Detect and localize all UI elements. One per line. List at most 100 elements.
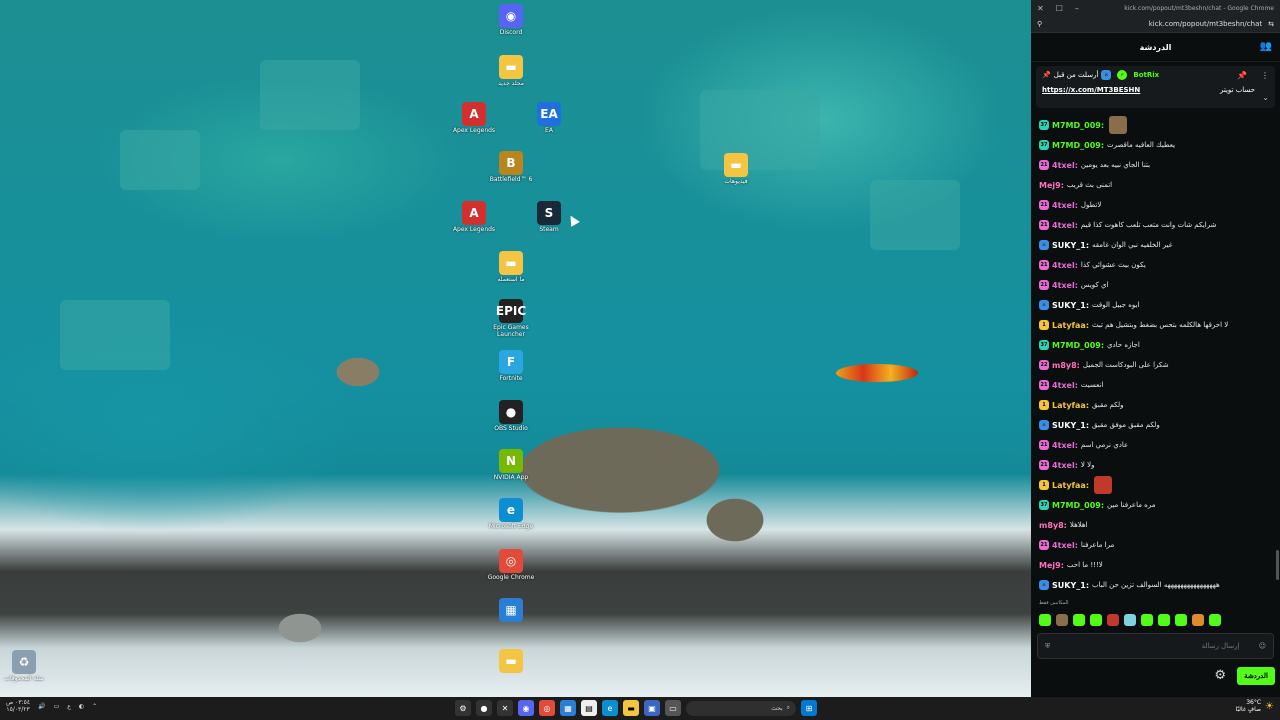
unpin-icon[interactable]: 📌 [1237, 71, 1247, 80]
url-text[interactable]: kick.com/popout/mt3beshn/chat [1149, 20, 1262, 28]
emote-icon[interactable] [1192, 614, 1204, 626]
emote-icon[interactable] [1056, 614, 1068, 626]
emote-icon[interactable] [1107, 614, 1119, 626]
minimize-icon[interactable]: – [1075, 4, 1079, 13]
obs-app-icon[interactable]: ● [476, 700, 492, 716]
address-bar[interactable]: ⚲ kick.com/popout/mt3beshn/chat ⇆ [1031, 16, 1280, 33]
chat-username[interactable]: 4txel: [1052, 261, 1078, 270]
pinned-message[interactable]: 📌 أرسلت من قبل ⚔ ✓ BotRix 📌 ⋮ https://x.… [1036, 66, 1275, 108]
maximize-icon[interactable]: ☐ [1056, 4, 1063, 13]
emote-icon[interactable] [1090, 614, 1102, 626]
clock[interactable]: ٠٣:٥٤ ص ١٥/٠٣/٢٣ [6, 699, 30, 713]
desktop-icon[interactable]: ▬ ما استعمله [481, 251, 541, 283]
discord-app-icon[interactable]: ◉ [518, 700, 534, 716]
chat-username[interactable]: Latyfaa: [1052, 321, 1089, 330]
desktop-icon[interactable]: ▬ فيديوهات [706, 153, 766, 185]
shield-icon[interactable]: ⛨ [1045, 642, 1050, 651]
chat-username[interactable]: M7MD_009: [1052, 141, 1104, 150]
chat-message[interactable]: Mej9: لا!!! ما احب [1031, 555, 1280, 575]
chat-username[interactable]: SUKY_1: [1052, 421, 1089, 430]
desktop-icon[interactable]: ◎ Google Chrome [481, 549, 541, 581]
chat-message[interactable]: 1 Latyfaa: لا احرقها هالكلمه بتحس بضغط وبت… [1031, 315, 1280, 335]
chat-username[interactable]: M7MD_009: [1052, 501, 1104, 510]
chat-message[interactable]: ⚔ SUKY_1: ايوه جبيل الوقت [1031, 295, 1280, 315]
chat-message[interactable]: ⚔ SUKY_1: غير الخلفيه نبي الوان غامقه [1031, 235, 1280, 255]
language-indicator[interactable]: ع [67, 703, 71, 710]
chat-username[interactable]: Mej9: [1039, 561, 1064, 570]
chat-username[interactable]: SUKY_1: [1052, 581, 1089, 590]
emote-icon[interactable] [1039, 614, 1051, 626]
chat-username[interactable]: 4txel: [1052, 381, 1078, 390]
emoji-icon[interactable]: ☺ [1259, 642, 1266, 650]
desktop-icon[interactable]: F Fortnite [481, 350, 541, 382]
chat-message[interactable]: 21 4txel: انعسيت [1031, 375, 1280, 395]
chat-message[interactable]: 21 4txel: بتنا الجاي نبيه بعد يومين [1031, 155, 1280, 175]
chat-username[interactable]: Mej9: [1039, 181, 1064, 190]
chat-message[interactable]: 21 4txel: مرا ماعرفنا [1031, 535, 1280, 555]
chat-username[interactable]: m8y8: [1039, 521, 1067, 530]
chat-message[interactable]: 37 M7MD_009: مره ماعرفنا مين [1031, 495, 1280, 515]
bot-name[interactable]: BotRix [1133, 71, 1159, 79]
chat-username[interactable]: 4txel: [1052, 161, 1078, 170]
emote-icon[interactable] [1209, 614, 1221, 626]
more-icon[interactable]: ⋮ [1261, 71, 1269, 80]
chat-message[interactable]: ⚔ SUKY_1: ههههههههههههههههه السوالف تزين ح… [1031, 575, 1280, 595]
close-icon[interactable]: ✕ [1037, 4, 1044, 13]
gear-icon[interactable]: ⚙ [1214, 668, 1226, 683]
chat-message[interactable]: m8y8: اهلاهلا [1031, 515, 1280, 535]
chat-username[interactable]: Latyfaa: [1052, 401, 1089, 410]
scrollbar[interactable] [1276, 550, 1279, 580]
desktop-icon[interactable]: B Battlefield™ 6 [481, 151, 541, 183]
desktop-icon[interactable]: ● OBS Studio [481, 400, 541, 432]
terminal-app-icon[interactable]: ▭ [665, 700, 681, 716]
chat-send-button[interactable]: الدردشة [1237, 667, 1275, 685]
store-app-icon[interactable]: ▣ [644, 700, 660, 716]
chat-message[interactable]: 37 M7MD_009: اجازه حادي [1031, 335, 1280, 355]
start-icon[interactable]: ⊞ [801, 700, 817, 716]
chat-message[interactable]: 1 Latyfaa: ولكم مقبق [1031, 395, 1280, 415]
chat-message[interactable]: 21 4txel: ولا لا [1031, 455, 1280, 475]
chat-message[interactable]: 37 M7MD_009: [1031, 115, 1280, 135]
chat-username[interactable]: SUKY_1: [1052, 241, 1089, 250]
key-icon[interactable]: ⚲ [1037, 20, 1042, 28]
chat-username[interactable]: m8y8: [1052, 361, 1080, 370]
tray-app-icon[interactable]: ◐ [79, 703, 84, 710]
search-box[interactable]: بحث ⌕ [686, 700, 796, 716]
pinned-url[interactable]: https://x.com/MT3BESHN [1042, 86, 1140, 94]
volume-icon[interactable]: 🔊 [38, 703, 45, 710]
chevron-up-icon[interactable]: ⌃ [92, 703, 97, 710]
chat-username[interactable]: SUKY_1: [1052, 301, 1089, 310]
chrome-app-icon[interactable]: ◎ [539, 700, 555, 716]
desktop-icon[interactable]: A Apex Legends [444, 201, 504, 233]
tune-icon[interactable]: ⇆ [1268, 20, 1274, 28]
file-explorer-icon[interactable]: ▬ [623, 700, 639, 716]
chat-username[interactable]: 4txel: [1052, 441, 1078, 450]
desktop-icon[interactable]: S Steam [519, 201, 579, 233]
emote-icon[interactable] [1158, 614, 1170, 626]
chat-message[interactable]: Mej9: اتمنى بث قريب [1031, 175, 1280, 195]
desktop-icon[interactable]: e Microsoft Edge [481, 498, 541, 530]
desktop-icon[interactable]: EA EA [519, 102, 579, 134]
chat-username[interactable]: Latyfaa: [1052, 481, 1089, 490]
chat-username[interactable]: 4txel: [1052, 281, 1078, 290]
users-icon[interactable]: 👥 [1260, 41, 1272, 52]
message-box[interactable]: ⛨ ☺ [1037, 633, 1274, 659]
chat-message[interactable]: 21 4txel: اي كويس [1031, 275, 1280, 295]
edge-app-icon[interactable]: e [602, 700, 618, 716]
desktop-icon[interactable]: EPIC Epic Games Launcher [481, 299, 541, 338]
desktop-icon[interactable]: A Apex Legends [444, 102, 504, 134]
calendar-app-icon[interactable]: ▤ [581, 700, 597, 716]
app-icon[interactable]: ▦ [560, 700, 576, 716]
chat-message[interactable]: 21 4txel: عادي نرمي اسم [1031, 435, 1280, 455]
chat-message[interactable]: 37 M7MD_009: يعطيك العافيه ماقصرت [1031, 135, 1280, 155]
desktop-icon[interactable]: ◉ Discord [481, 4, 541, 36]
emote-icon[interactable] [1124, 614, 1136, 626]
chat-username[interactable]: 4txel: [1052, 461, 1078, 470]
emote-icon[interactable] [1141, 614, 1153, 626]
chat-username[interactable]: M7MD_009: [1052, 121, 1104, 130]
network-icon[interactable]: ▭ [54, 703, 60, 710]
chat-message[interactable]: 22 m8y8: شكرا على البودكاست الجميل [1031, 355, 1280, 375]
emote-icon[interactable] [1175, 614, 1187, 626]
message-input[interactable] [1067, 641, 1242, 651]
desktop-icon[interactable]: N NVIDIA App [481, 449, 541, 481]
